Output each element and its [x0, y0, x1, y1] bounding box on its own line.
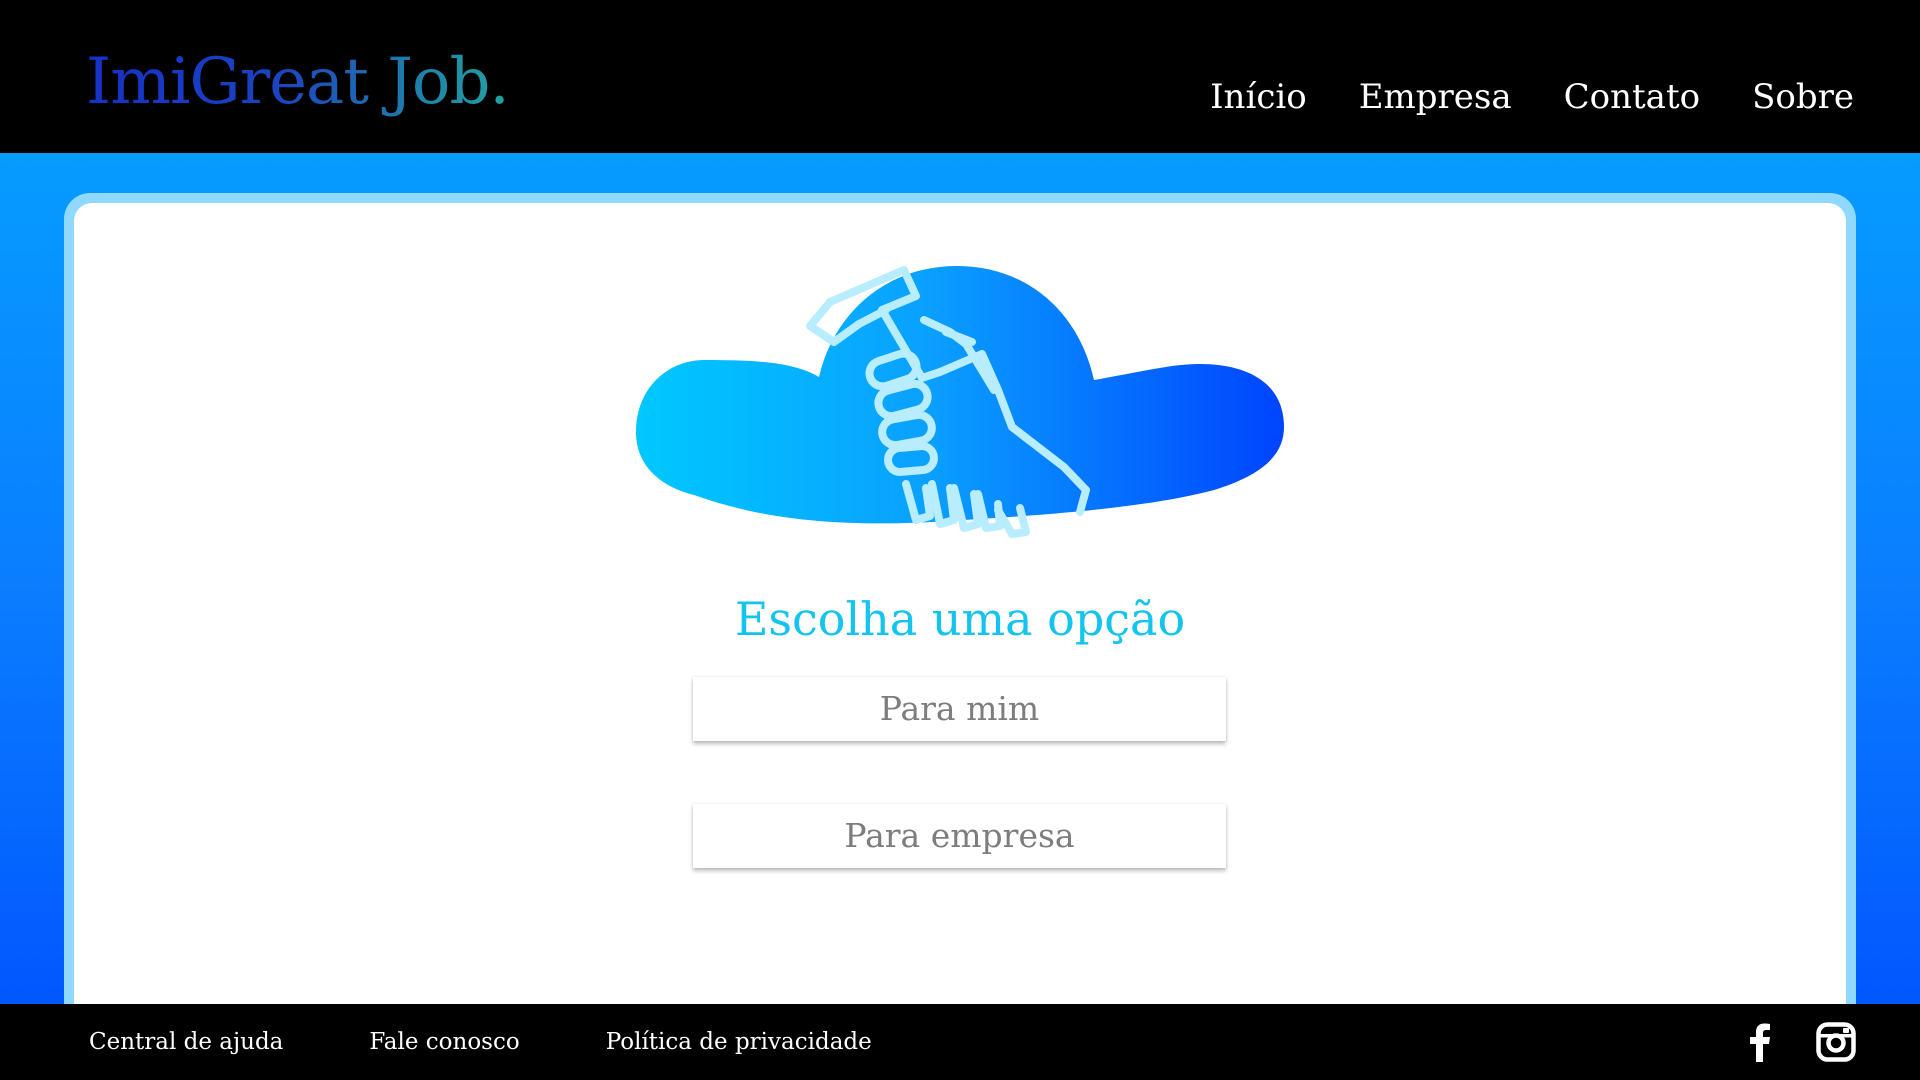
footer-link-central-de-ajuda[interactable]: Central de ajuda [89, 1022, 283, 1062]
cloud-shape [636, 266, 1284, 524]
option-para-mim-button[interactable]: Para mim [693, 677, 1226, 741]
footer-links: Central de ajuda Fale conosco Política d… [89, 1022, 872, 1062]
instagram-icon[interactable] [1816, 1022, 1856, 1062]
nav-link-contato[interactable]: Contato [1564, 72, 1700, 122]
nav-link-empresa[interactable]: Empresa [1359, 72, 1512, 122]
nav-link-sobre[interactable]: Sobre [1752, 72, 1854, 122]
footer-link-fale-conosco[interactable]: Fale conosco [369, 1022, 519, 1062]
cloud-handshake-icon [636, 266, 1284, 538]
facebook-icon[interactable] [1740, 1022, 1780, 1062]
footer-link-politica-de-privacidade[interactable]: Política de privacidade [606, 1022, 872, 1062]
option-para-empresa-button[interactable]: Para empresa [693, 804, 1226, 868]
main-nav: Início Empresa Contato Sobre [1210, 72, 1854, 122]
page-heading: Escolha uma opção [734, 592, 1186, 646]
site-header: ImiGreat Job. Início Empresa Contato Sob… [0, 0, 1920, 153]
site-footer: Central de ajuda Fale conosco Política d… [0, 1004, 1920, 1080]
nav-link-inicio[interactable]: Início [1210, 72, 1307, 122]
site-logo[interactable]: ImiGreat Job. [86, 44, 510, 120]
